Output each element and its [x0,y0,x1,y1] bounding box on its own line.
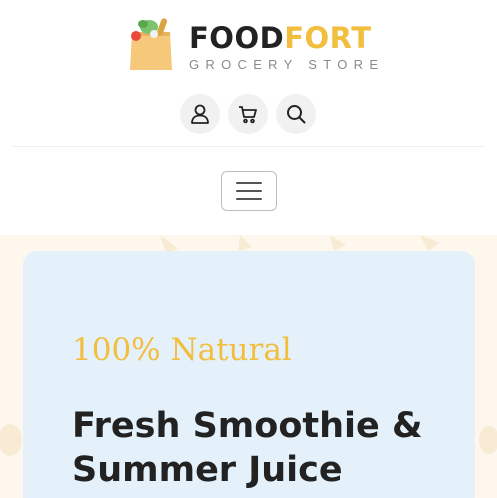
brand-subtitle: GROCERY STORE [189,57,385,72]
hero-tagline: 100% Natural [72,332,292,368]
hamburger-icon-bar [236,190,262,192]
hero-headline: Fresh Smoothie & Summer Juice [72,404,472,492]
header-actions [180,94,316,134]
user-icon [191,104,209,124]
brand-name-part1: FOOD [189,21,285,55]
hamburger-icon-bar [236,182,262,184]
hero-headline-line1: Fresh Smoothie & [72,406,423,446]
hero-headline-line2: Summer Juice [72,450,343,490]
brand-name: FOODFORT [189,22,371,54]
site-logo[interactable]: FOODFORT GROCERY STORE [126,14,378,74]
cart-button[interactable] [228,94,268,134]
hamburger-icon-bar [236,198,262,200]
cart-icon [239,106,257,124]
account-button[interactable] [180,94,220,134]
nav-toggle-button[interactable] [221,171,277,211]
grocery-bag-icon [130,18,172,70]
header-divider [12,146,485,147]
brand-name-part2: FORT [284,21,372,55]
search-icon [287,105,306,124]
site-header: FOODFORT GROCERY STORE [0,0,497,147]
search-button[interactable] [276,94,316,134]
